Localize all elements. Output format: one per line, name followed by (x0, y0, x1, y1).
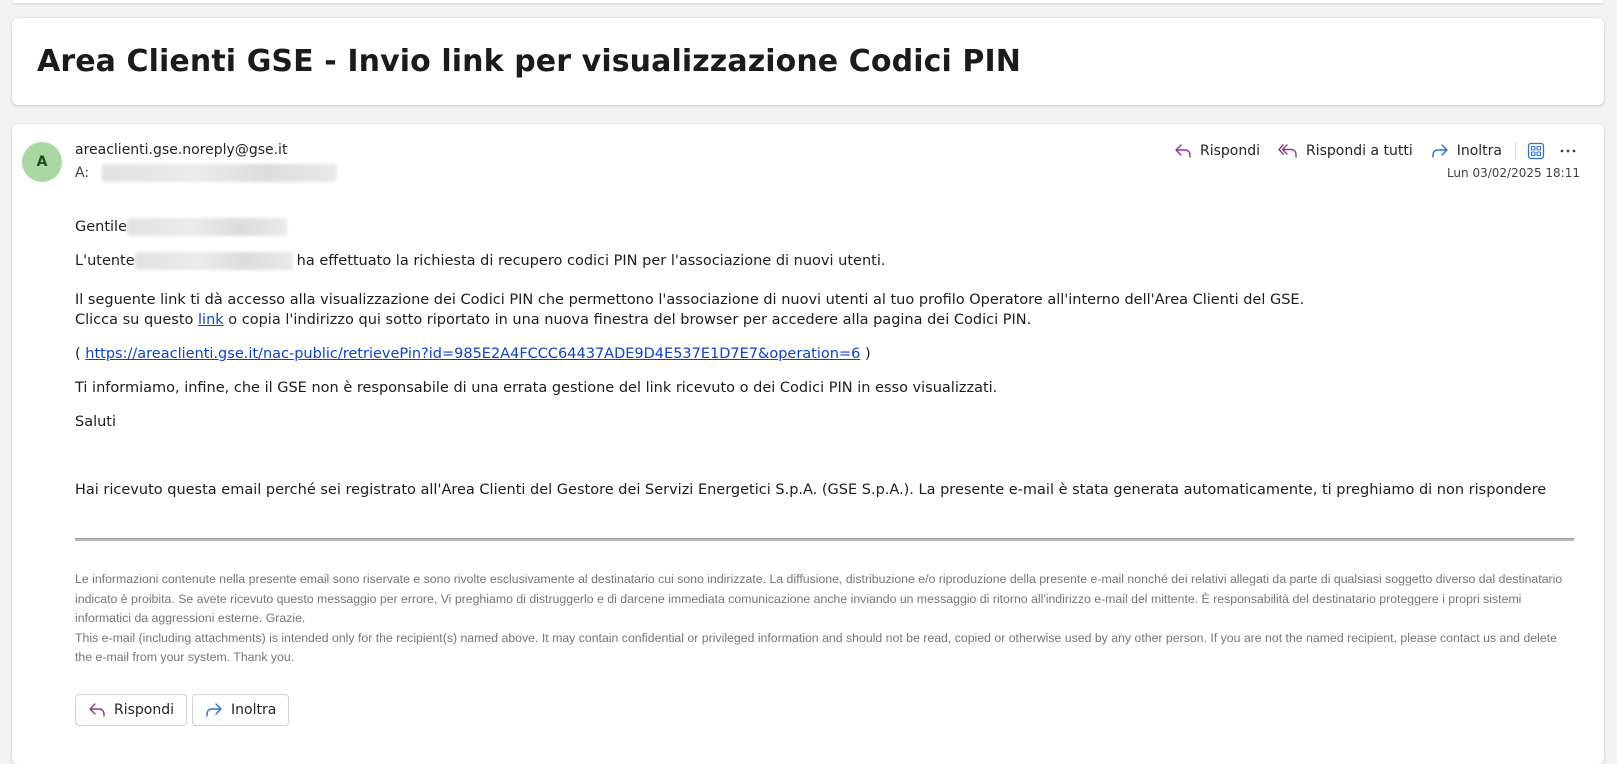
message-card: A areaclienti.gse.noreply@gse.it A: Risp… (12, 124, 1604, 764)
user-prefix: L'utente (75, 253, 135, 269)
message-actions: Rispondi Rispondi a tutti Inoltra (1165, 136, 1584, 166)
immersive-reader-button[interactable] (1520, 136, 1552, 166)
forward-button[interactable]: Inoltra (1422, 136, 1511, 166)
recipient-redacted[interactable] (101, 164, 337, 182)
reply-all-button[interactable]: Rispondi a tutti (1269, 136, 1422, 166)
pin-link[interactable]: link (198, 312, 224, 328)
user-line: L'utente ha effettuato la richiesta di re… (75, 251, 885, 271)
more-actions-button[interactable] (1552, 136, 1584, 166)
disclaimer-english: This e-mail (including attachments) is i… (75, 630, 1557, 665)
retrieve-pin-url[interactable]: https://areaclienti.gse.it/nac-public/re… (85, 346, 860, 362)
notice-line: Hai ricevuto questa email perché sei reg… (75, 482, 1547, 498)
reply-button[interactable]: Rispondi (1165, 136, 1269, 166)
url-close: ) (864, 346, 871, 362)
disclaimer: Le informazioni contenute nella presente… (75, 570, 1575, 668)
previous-card-edge (12, 0, 1604, 3)
more-ellipsis-icon (1560, 149, 1576, 153)
para1-line2: Clicca su questo link o copia l'indirizz… (75, 310, 1031, 330)
recipient-row: A: (75, 164, 337, 182)
para1-prefix: Clicca su questo (75, 312, 194, 328)
forward-arrow-icon (1432, 144, 1448, 158)
reply-all-arrow-icon (1278, 144, 1297, 158)
greeting-name-redacted (127, 218, 288, 236)
bottom-actions: Rispondi Inoltra (75, 694, 290, 726)
immersive-reader-icon (1527, 142, 1545, 160)
para1-suffix: o copia l'indirizzo qui sotto riportato … (228, 312, 1032, 328)
reply-all-label: Rispondi a tutti (1305, 143, 1413, 159)
info-line: Ti informiamo, infine, che il GSE non è … (75, 380, 998, 396)
disclaimer-italian: Le informazioni contenute nella presente… (75, 572, 1563, 625)
email-subject: Area Clienti GSE - Invio link per visual… (37, 44, 1021, 79)
bottom-reply-button[interactable]: Rispondi (75, 694, 188, 726)
reply-arrow-icon (89, 703, 105, 717)
reply-label: Rispondi (1199, 143, 1260, 159)
bottom-reply-label: Rispondi (114, 702, 175, 718)
bottom-forward-button[interactable]: Inoltra (192, 694, 290, 726)
sender-avatar[interactable]: A (22, 142, 62, 182)
bottom-forward-label: Inoltra (231, 702, 277, 718)
message-date: Lun 03/02/2025 18:11 (1446, 166, 1580, 180)
para1-line1: Il seguente link ti dà accesso alla visu… (75, 292, 1305, 308)
forward-arrow-icon (206, 703, 222, 717)
forward-label: Inoltra (1456, 143, 1502, 159)
closing-line: Saluti (75, 414, 117, 430)
greeting-text: Gentile (75, 219, 128, 235)
action-divider (1515, 142, 1516, 160)
user-name-redacted (134, 252, 293, 270)
greeting-line: Gentile (75, 217, 288, 237)
subject-header: Area Clienti GSE - Invio link per visual… (12, 18, 1604, 105)
user-suffix: ha effettuato la richiesta di recupero c… (296, 253, 886, 269)
url-line: ( https://areaclienti.gse.it/nac-public/… (75, 344, 871, 364)
sender-address[interactable]: areaclienti.gse.noreply@gse.it (75, 142, 287, 158)
url-open: ( (75, 346, 81, 362)
to-label: A: (75, 165, 90, 181)
disclaimer-divider (75, 538, 1574, 541)
reply-arrow-icon (1175, 144, 1191, 158)
